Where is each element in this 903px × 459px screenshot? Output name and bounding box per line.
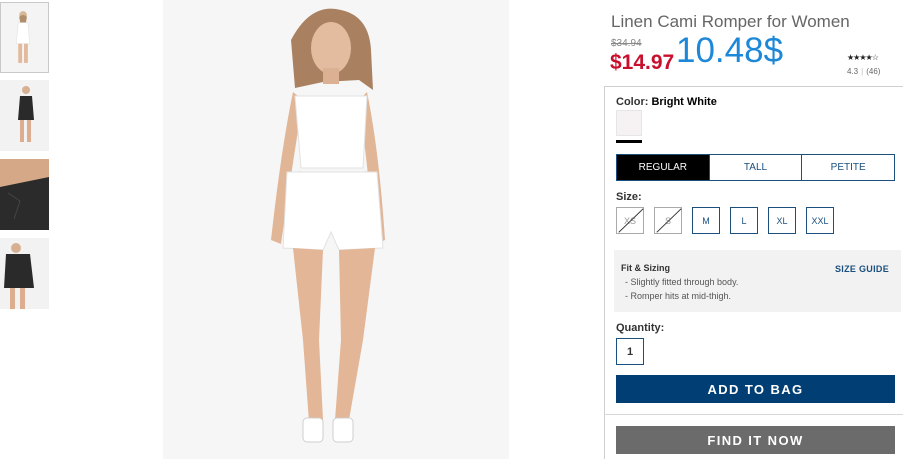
thumbnail-black-romper-detail[interactable] [0, 159, 49, 230]
size-options: XS S M L XL XXL [616, 207, 834, 234]
tab-regular[interactable]: REGULAR [617, 155, 709, 180]
size-xs-button[interactable]: XS [616, 207, 644, 234]
color-label: Color: Bright White [616, 96, 717, 108]
fit-sizing-line: - Romper hits at mid-thigh. [625, 291, 732, 301]
rating-stars-icon[interactable]: ★★★★☆ [847, 53, 879, 62]
fit-sizing-title: Fit & Sizing [621, 263, 670, 273]
product-thumbnail-image [1, 3, 48, 72]
divider [604, 414, 903, 415]
rating-summary[interactable]: 4.3 | (46) [847, 67, 880, 76]
rating-separator: | [861, 67, 864, 76]
quantity-input[interactable]: 1 [616, 338, 644, 365]
color-value: Bright White [651, 96, 717, 108]
size-xxl-button[interactable]: XXL [806, 207, 834, 234]
quantity-label: Quantity: [616, 322, 665, 334]
tab-petite[interactable]: PETITE [801, 155, 894, 180]
fit-sizing-box: Fit & Sizing - Slightly fitted through b… [614, 250, 901, 312]
review-count: (46) [866, 67, 881, 76]
highlight-price: 10.48$ [676, 31, 784, 70]
model-photo [163, 0, 509, 459]
main-product-image [163, 0, 509, 459]
fit-tabs: REGULAR TALL PETITE [616, 154, 895, 181]
rating-value: 4.3 [847, 67, 859, 76]
fit-sizing-line: - Slightly fitted through body. [625, 277, 739, 287]
color-swatch-bright-white[interactable] [616, 110, 642, 136]
product-details-panel: Linen Cami Romper for Women $34.94 $14.9… [604, 0, 903, 459]
product-title: Linen Cami Romper for Women [611, 12, 850, 31]
thumbnail-black-romper-side[interactable] [0, 238, 49, 309]
add-to-bag-button[interactable]: ADD TO BAG [616, 375, 895, 403]
product-thumbnail-image [0, 80, 49, 151]
size-s-button[interactable]: S [654, 207, 682, 234]
original-price: $34.94 [611, 38, 642, 49]
size-label: Size: [616, 191, 642, 203]
size-l-button[interactable]: L [730, 207, 758, 234]
selected-swatch-indicator [616, 140, 642, 143]
product-thumbnail-image [0, 238, 49, 309]
thumbnail-black-romper[interactable] [0, 80, 49, 151]
size-m-button[interactable]: M [692, 207, 720, 234]
tab-tall[interactable]: TALL [708, 155, 802, 180]
sale-price: $14.97 [610, 51, 675, 74]
size-guide-link[interactable]: SIZE GUIDE [835, 264, 889, 274]
color-label-text: Color: [616, 96, 649, 108]
size-xl-button[interactable]: XL [768, 207, 796, 234]
find-it-now-button[interactable]: FIND IT NOW [616, 426, 895, 454]
thumbnail-white-romper[interactable] [0, 2, 49, 73]
product-thumbnail-image [0, 159, 49, 230]
